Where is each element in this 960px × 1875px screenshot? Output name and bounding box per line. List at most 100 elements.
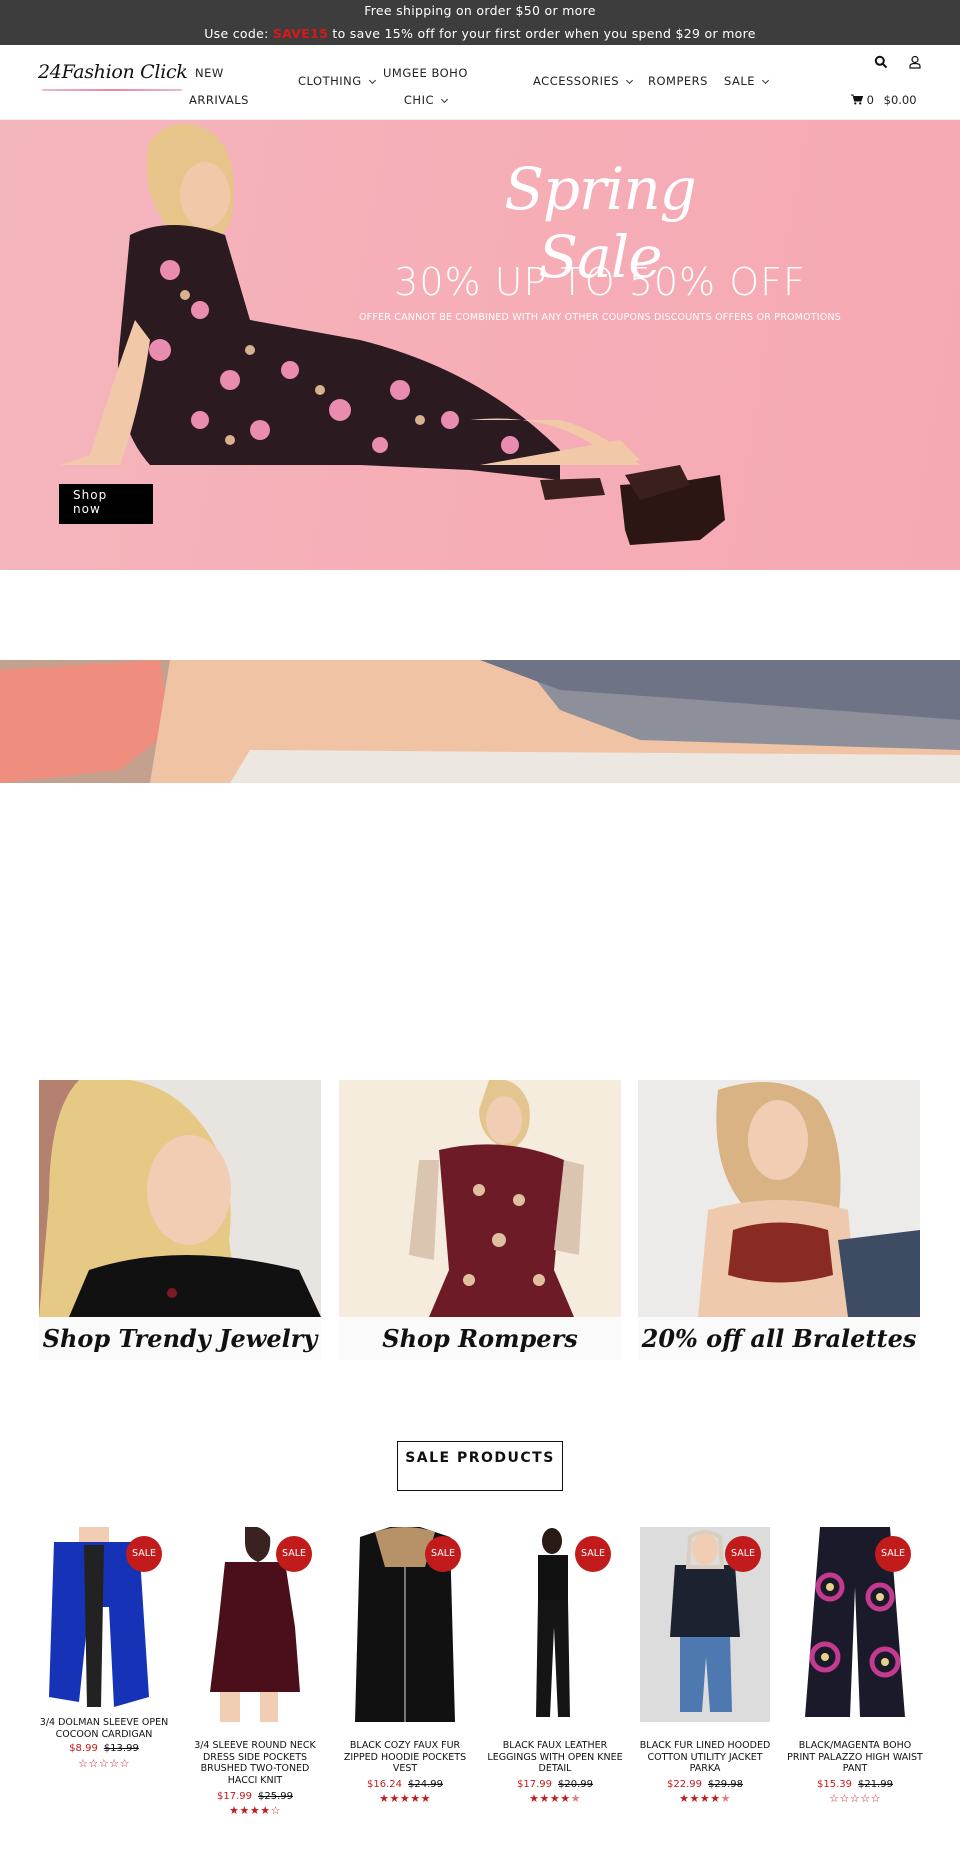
star-icon: ☆ bbox=[109, 1757, 120, 1770]
star-icon: ★ bbox=[249, 1804, 261, 1817]
star-icon: ☆ bbox=[98, 1757, 110, 1770]
original-price: $13.99 bbox=[103, 1743, 139, 1754]
site-header: 24Fashion Click NEW ARRIVALS CLOTHING UM… bbox=[0, 45, 960, 120]
rating-stars: ★★★★★ bbox=[635, 1792, 775, 1805]
star-icon: ★ bbox=[379, 1792, 390, 1805]
secondary-banner-image bbox=[0, 660, 960, 783]
hero-subtitle: 30% UP TO 50% OFF bbox=[394, 260, 806, 304]
shop-now-button[interactable]: Shop now bbox=[59, 484, 153, 524]
star-icon: ☆ bbox=[839, 1792, 850, 1805]
star-icon: ★ bbox=[420, 1792, 431, 1805]
sale-price: $16.24 bbox=[367, 1779, 402, 1790]
sale-badge: SALE bbox=[575, 1536, 611, 1572]
star-icon: ☆ bbox=[860, 1792, 871, 1805]
sale-badge: SALE bbox=[875, 1536, 911, 1572]
sale-badge: SALE bbox=[276, 1536, 312, 1572]
star-icon: ☆ bbox=[829, 1792, 840, 1805]
star-icon: ☆ bbox=[88, 1757, 99, 1770]
nav-rompers[interactable]: ROMPERS bbox=[648, 74, 708, 88]
chevron-down-icon bbox=[368, 76, 376, 85]
sale-products-heading[interactable]: SALE PRODUCTS bbox=[397, 1441, 563, 1491]
product-price: $15.39 $21.99 bbox=[785, 1779, 925, 1790]
promo-prefix: Use code: bbox=[204, 26, 273, 41]
nav-clothing-label: CLOTHING bbox=[298, 74, 362, 88]
original-price: $21.99 bbox=[858, 1779, 893, 1790]
logo-text: 24Fashion Click bbox=[38, 61, 188, 83]
category-tile-rompers[interactable]: Shop Rompers bbox=[339, 1080, 621, 1360]
category-tile-jewelry[interactable]: Shop Trendy Jewelry bbox=[39, 1080, 321, 1360]
rating-stars: ★★★★★ bbox=[335, 1792, 475, 1805]
star-icon: ☆ bbox=[119, 1757, 130, 1770]
product-price: $17.99 $25.99 bbox=[185, 1791, 325, 1802]
product-price: $16.24 $24.99 bbox=[335, 1779, 475, 1790]
search-button[interactable] bbox=[874, 54, 890, 70]
sale-badge: SALE bbox=[725, 1536, 761, 1572]
sale-price: $22.99 bbox=[667, 1779, 702, 1790]
star-icon: ★ bbox=[689, 1792, 700, 1805]
tile-caption: 20% off all Bralettes bbox=[638, 1317, 920, 1360]
jewelry-tile-image bbox=[39, 1080, 321, 1317]
hero-banner[interactable]: Spring Sale 30% UP TO 50% OFF OFFER CANN… bbox=[0, 120, 960, 570]
star-icon: ★ bbox=[539, 1792, 550, 1805]
nav-sale[interactable]: SALE bbox=[724, 74, 770, 88]
star-icon: ★ bbox=[549, 1792, 561, 1805]
bralettes-tile-image bbox=[638, 1080, 920, 1317]
rating-stars: ★★★★☆ bbox=[185, 1804, 325, 1817]
chevron-down-icon bbox=[440, 95, 449, 104]
sale-price: $8.99 bbox=[69, 1743, 98, 1754]
nav-accessories-label: ACCESSORIES bbox=[533, 74, 620, 88]
star-icon: ★ bbox=[679, 1792, 690, 1805]
nav-umgee-boho-chic[interactable]: UMGEE BOHO CHIC bbox=[383, 55, 468, 119]
promo-suffix: to save 15% off for your first order whe… bbox=[328, 26, 756, 41]
sale-badge: SALE bbox=[126, 1536, 162, 1572]
star-icon: ☆ bbox=[270, 1804, 281, 1817]
sale-badge: SALE bbox=[425, 1536, 461, 1572]
site-logo[interactable]: 24Fashion Click bbox=[38, 57, 193, 101]
original-price: $20.99 bbox=[558, 1779, 593, 1790]
sale-price: $15.39 bbox=[817, 1779, 852, 1790]
cart-count: 0 bbox=[866, 93, 874, 107]
original-price: $24.99 bbox=[408, 1779, 443, 1790]
promo-code: SAVE15 bbox=[272, 26, 329, 41]
star-icon: ★ bbox=[389, 1792, 400, 1805]
star-icon: ★ bbox=[699, 1792, 711, 1805]
star-icon: ★ bbox=[260, 1804, 271, 1817]
product-name[interactable]: 3/4 DOLMAN SLEEVE OPEN COCOON CARDIGAN bbox=[34, 1717, 174, 1740]
product-name[interactable]: BLACK FAUX LEATHER LEGGINGS WITH OPEN KN… bbox=[485, 1740, 625, 1775]
tile-caption: Shop Rompers bbox=[339, 1317, 621, 1360]
logo-underline bbox=[42, 89, 182, 91]
product-name[interactable]: BLACK/MAGENTA BOHO PRINT PALAZZO HIGH WA… bbox=[785, 1740, 925, 1775]
nav-new-arrivals[interactable]: NEW ARRIVALS bbox=[189, 55, 249, 119]
account-button[interactable] bbox=[908, 54, 924, 70]
original-price: $25.99 bbox=[258, 1791, 293, 1802]
nav-rompers-label: ROMPERS bbox=[648, 74, 708, 88]
star-icon: ★ bbox=[399, 1792, 411, 1805]
original-price: $29.98 bbox=[708, 1779, 743, 1790]
cart-link[interactable]: 0 $0.00 bbox=[851, 93, 917, 107]
star-icon: ☆ bbox=[78, 1757, 89, 1770]
chevron-down-icon bbox=[626, 76, 634, 85]
cart-icon bbox=[851, 94, 864, 105]
rating-stars: ☆☆☆☆☆ bbox=[34, 1757, 174, 1770]
star-icon: ☆ bbox=[870, 1792, 881, 1805]
star-icon: ★ bbox=[560, 1792, 571, 1805]
hero-offer-note: OFFER CANNOT BE COMBINED WITH ANY OTHER … bbox=[359, 312, 841, 323]
nav-new-arrivals-line2: ARRIVALS bbox=[189, 93, 249, 107]
star-icon: ★ bbox=[410, 1792, 421, 1805]
star-icon: ★ bbox=[710, 1792, 721, 1805]
product-price: $8.99 $13.99 bbox=[34, 1743, 174, 1754]
product-name[interactable]: BLACK FUR LINED HOODED COTTON UTILITY JA… bbox=[635, 1740, 775, 1775]
star-icon: ★ bbox=[239, 1804, 250, 1817]
product-price: $17.99 $20.99 bbox=[485, 1779, 625, 1790]
category-tile-bralettes[interactable]: 20% off all Bralettes bbox=[638, 1080, 920, 1360]
user-icon bbox=[909, 55, 921, 69]
sale-price: $17.99 bbox=[217, 1791, 252, 1802]
secondary-banner[interactable] bbox=[0, 660, 960, 783]
product-name[interactable]: BLACK COZY FAUX FUR ZIPPED HOODIE POCKET… bbox=[335, 1740, 475, 1775]
rompers-tile-image bbox=[339, 1080, 621, 1317]
product-name[interactable]: 3/4 SLEEVE ROUND NECK DRESS SIDE POCKETS… bbox=[185, 1740, 325, 1786]
nav-clothing[interactable]: CLOTHING bbox=[298, 74, 376, 88]
nav-accessories[interactable]: ACCESSORIES bbox=[533, 74, 634, 88]
promo-text: Use code: SAVE15 to save 15% off for you… bbox=[0, 26, 960, 41]
search-icon bbox=[874, 55, 888, 69]
